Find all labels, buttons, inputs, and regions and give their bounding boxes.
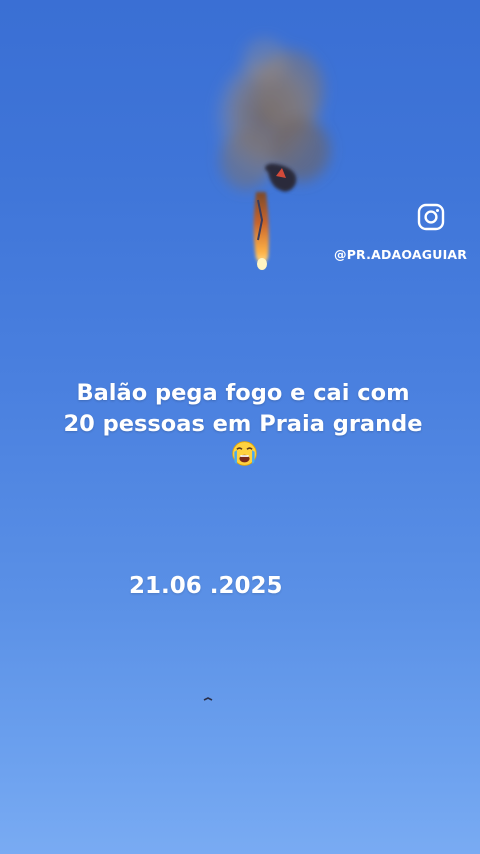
instagram-handle[interactable]: @PR.ADAOAGUIAR: [334, 247, 467, 262]
video-caption: Balão pega fogo e cai com 20 pessoas em …: [60, 378, 426, 471]
instagram-icon[interactable]: [417, 203, 445, 231]
date-label: 21.06 .2025: [129, 573, 283, 599]
bird: [203, 697, 213, 701]
crying-face-icon: [231, 441, 257, 466]
caption-text: Balão pega fogo e cai com 20 pessoas em …: [63, 380, 423, 437]
